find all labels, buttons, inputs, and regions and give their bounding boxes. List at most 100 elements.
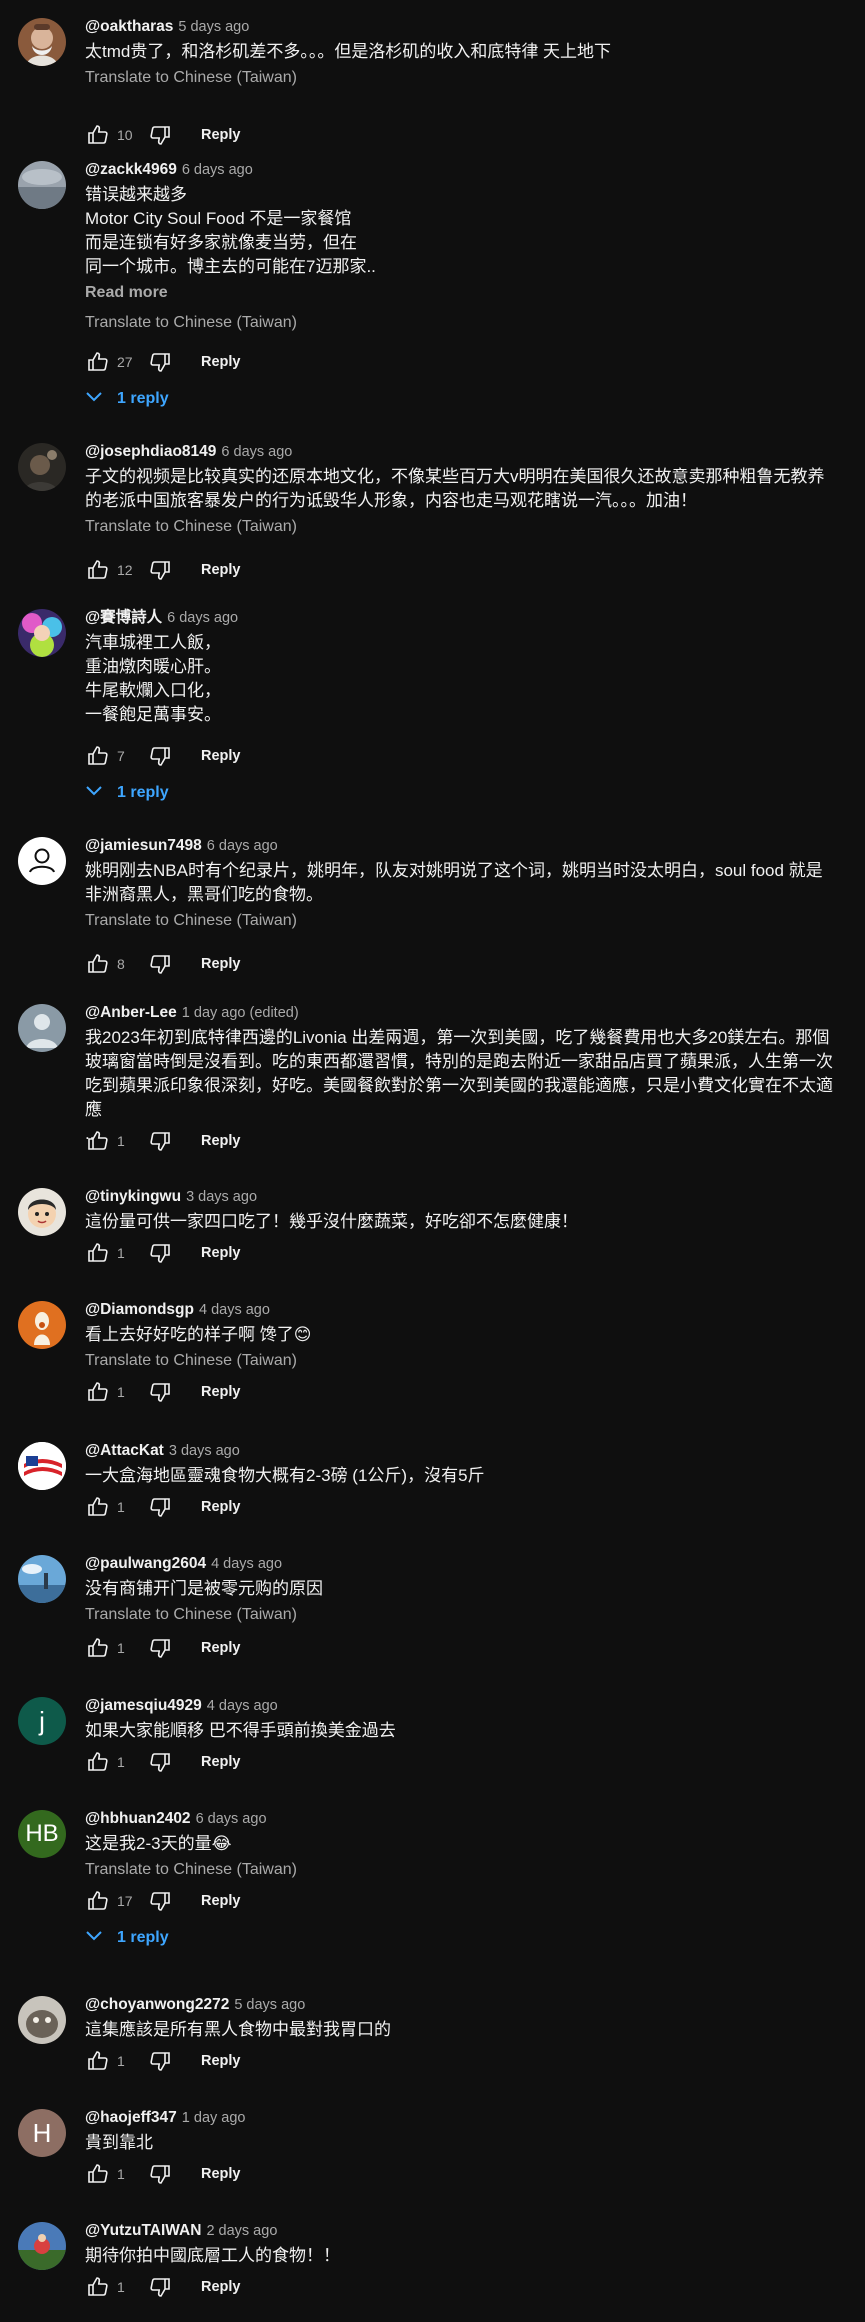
comment-timestamp[interactable]: 6 days ago xyxy=(221,444,292,460)
comment-author[interactable]: @賽博詩人 xyxy=(85,609,162,626)
reply-button[interactable]: Reply xyxy=(201,562,241,578)
translate-link[interactable]: Translate to Chinese (Taiwan) xyxy=(85,66,835,90)
like-icon[interactable] xyxy=(85,1749,111,1775)
comment-timestamp[interactable]: 6 days ago xyxy=(182,162,253,178)
like-icon[interactable] xyxy=(85,1379,111,1405)
avatar[interactable]: HB xyxy=(18,1810,66,1858)
reply-button[interactable]: Reply xyxy=(201,956,241,972)
reply-button[interactable]: Reply xyxy=(201,748,241,764)
dislike-icon[interactable] xyxy=(147,1240,173,1266)
comment-author[interactable]: @tinykingwu xyxy=(85,1188,181,1205)
dislike-icon[interactable] xyxy=(147,2274,173,2300)
translate-link[interactable]: Translate to Chinese (Taiwan) xyxy=(85,1858,835,1882)
avatar[interactable] xyxy=(18,1442,66,1490)
dislike-icon[interactable] xyxy=(147,951,173,977)
translate-link[interactable]: Translate to Chinese (Taiwan) xyxy=(85,1603,835,1627)
avatar[interactable] xyxy=(18,18,66,66)
like-icon[interactable] xyxy=(85,1240,111,1266)
dislike-icon[interactable] xyxy=(147,349,173,375)
comment-timestamp[interactable]: 1 day ago (edited) xyxy=(182,1005,299,1021)
comment-author[interactable]: @Diamondsgp xyxy=(85,1301,194,1318)
comment-timestamp[interactable]: 2 days ago xyxy=(206,2223,277,2239)
comment-timestamp[interactable]: 5 days ago xyxy=(178,19,249,35)
avatar[interactable] xyxy=(18,837,66,885)
comment-author[interactable]: @YutzuTAIWAN xyxy=(85,2222,201,2239)
avatar[interactable] xyxy=(18,1301,66,1349)
view-replies-button[interactable]: 1 reply xyxy=(85,784,169,802)
avatar[interactable] xyxy=(18,1004,66,1052)
comment-author[interactable]: @choyanwong2272 xyxy=(85,1996,229,2013)
comment-author[interactable]: @paulwang2604 xyxy=(85,1555,206,1572)
avatar[interactable] xyxy=(18,443,66,491)
comment-timestamp[interactable]: 6 days ago xyxy=(207,838,278,854)
comment-author[interactable]: @josephdiao8149 xyxy=(85,443,216,460)
dislike-icon[interactable] xyxy=(147,2161,173,2187)
like-icon[interactable] xyxy=(85,122,111,148)
reply-button[interactable]: Reply xyxy=(201,1640,241,1656)
like-icon[interactable] xyxy=(85,1494,111,1520)
reply-button[interactable]: Reply xyxy=(201,354,241,370)
comment-author[interactable]: @zackk4969 xyxy=(85,161,177,178)
view-replies-button[interactable]: 1 reply xyxy=(85,390,169,408)
like-icon[interactable] xyxy=(85,1128,111,1154)
reply-button[interactable]: Reply xyxy=(201,1893,241,1909)
read-more-link[interactable]: Read more xyxy=(85,281,835,305)
comment-timestamp[interactable]: 4 days ago xyxy=(199,1302,270,1318)
avatar[interactable] xyxy=(18,1188,66,1236)
reply-button[interactable]: Reply xyxy=(201,1133,241,1149)
comment-author[interactable]: @oaktharas xyxy=(85,18,173,35)
comment-timestamp[interactable]: 5 days ago xyxy=(234,1997,305,2013)
dislike-icon[interactable] xyxy=(147,2048,173,2074)
like-icon[interactable] xyxy=(85,951,111,977)
like-icon[interactable] xyxy=(85,557,111,583)
reply-button[interactable]: Reply xyxy=(201,127,241,143)
reply-button[interactable]: Reply xyxy=(201,2279,241,2295)
avatar[interactable]: j xyxy=(18,1697,66,1745)
avatar[interactable] xyxy=(18,609,66,657)
comment-timestamp[interactable]: 4 days ago xyxy=(211,1556,282,1572)
comment-author[interactable]: @hbhuan2402 xyxy=(85,1810,191,1827)
like-icon[interactable] xyxy=(85,349,111,375)
translate-link[interactable]: Translate to Chinese (Taiwan) xyxy=(85,1349,835,1373)
comment-timestamp[interactable]: 3 days ago xyxy=(186,1189,257,1205)
dislike-icon[interactable] xyxy=(147,557,173,583)
comment-timestamp[interactable]: 4 days ago xyxy=(207,1698,278,1714)
dislike-icon[interactable] xyxy=(147,1888,173,1914)
comment-timestamp[interactable]: 1 day ago xyxy=(182,2110,246,2126)
dislike-icon[interactable] xyxy=(147,743,173,769)
comment-timestamp[interactable]: 6 days ago xyxy=(196,1811,267,1827)
like-icon[interactable] xyxy=(85,2048,111,2074)
avatar[interactable] xyxy=(18,1996,66,2044)
dislike-icon[interactable] xyxy=(147,1494,173,1520)
reply-button[interactable]: Reply xyxy=(201,1499,241,1515)
dislike-icon[interactable] xyxy=(147,1128,173,1154)
like-icon[interactable] xyxy=(85,743,111,769)
avatar[interactable] xyxy=(18,161,66,209)
dislike-icon[interactable] xyxy=(147,122,173,148)
avatar[interactable] xyxy=(18,1555,66,1603)
like-icon[interactable] xyxy=(85,2274,111,2300)
comment-author[interactable]: @Anber-Lee xyxy=(85,1004,177,1021)
avatar[interactable]: H xyxy=(18,2109,66,2157)
dislike-icon[interactable] xyxy=(147,1749,173,1775)
like-icon[interactable] xyxy=(85,2161,111,2187)
view-replies-button[interactable]: 1 reply xyxy=(85,1929,169,1947)
reply-button[interactable]: Reply xyxy=(201,1245,241,1261)
reply-button[interactable]: Reply xyxy=(201,1384,241,1400)
comment-author[interactable]: @jamesqiu4929 xyxy=(85,1697,202,1714)
comment-author[interactable]: @AttacKat xyxy=(85,1442,164,1459)
comment-author[interactable]: @jamiesun7498 xyxy=(85,837,202,854)
reply-button[interactable]: Reply xyxy=(201,2166,241,2182)
avatar[interactable] xyxy=(18,2222,66,2270)
dislike-icon[interactable] xyxy=(147,1635,173,1661)
comment-timestamp[interactable]: 6 days ago xyxy=(167,610,238,626)
dislike-icon[interactable] xyxy=(147,1379,173,1405)
reply-button[interactable]: Reply xyxy=(201,2053,241,2069)
translate-link[interactable]: Translate to Chinese (Taiwan) xyxy=(85,909,835,933)
comment-author[interactable]: @haojeff347 xyxy=(85,2109,177,2126)
comment-timestamp[interactable]: 3 days ago xyxy=(169,1443,240,1459)
translate-link[interactable]: Translate to Chinese (Taiwan) xyxy=(85,311,835,335)
like-icon[interactable] xyxy=(85,1635,111,1661)
reply-button[interactable]: Reply xyxy=(201,1754,241,1770)
like-icon[interactable] xyxy=(85,1888,111,1914)
